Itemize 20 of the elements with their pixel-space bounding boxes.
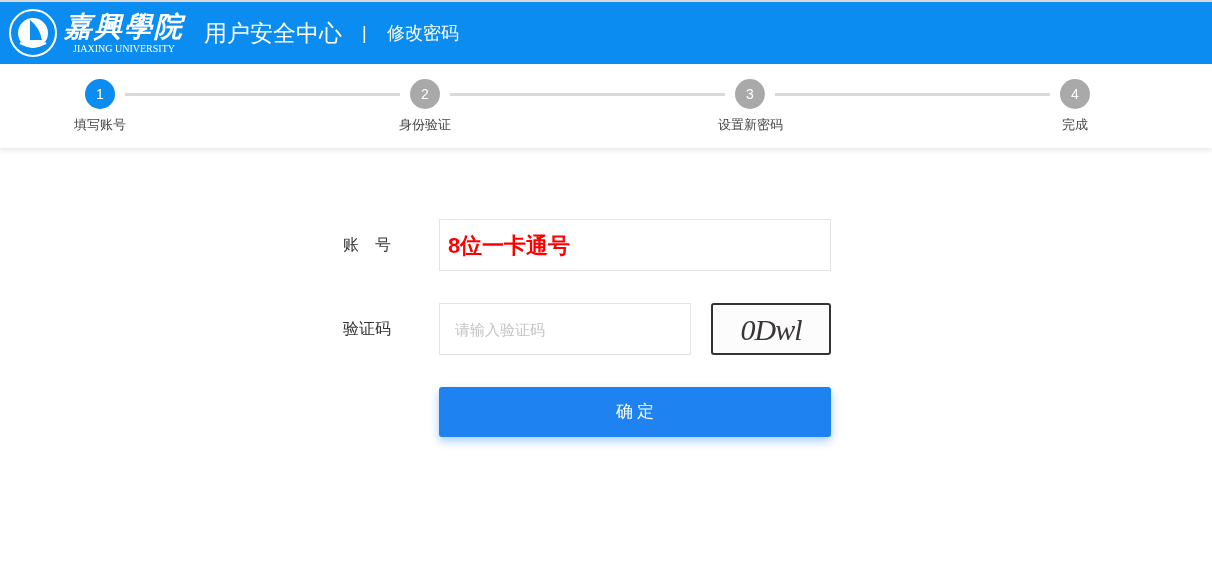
step-label: 身份验证 [399,116,451,134]
account-label: 账 号 [343,235,392,255]
captcha-label: 验证码 [343,319,392,339]
page-title: 用户安全中心 [204,18,342,48]
logo-name: 嘉興學院 [64,11,184,43]
step-label: 填写账号 [74,116,126,134]
step-number: 1 [85,79,115,109]
title-separator: | [362,21,367,45]
step-number: 2 [410,79,440,109]
captcha-field[interactable]: 请输入验证码 [439,303,691,355]
logo-subtitle: JIAXING UNIVERSITY [73,43,175,55]
step-label: 完成 [1062,116,1088,134]
confirm-button[interactable]: 确 定 [439,387,831,437]
step-number: 4 [1060,79,1090,109]
page-subtitle: 修改密码 [386,21,459,45]
step-label: 设置新密码 [717,116,783,134]
captcha-image[interactable]: 0Dwl [711,303,831,355]
account-field[interactable]: 8位一卡通号 [439,219,831,271]
step-number: 3 [735,79,765,109]
university-emblem-icon [8,8,58,58]
